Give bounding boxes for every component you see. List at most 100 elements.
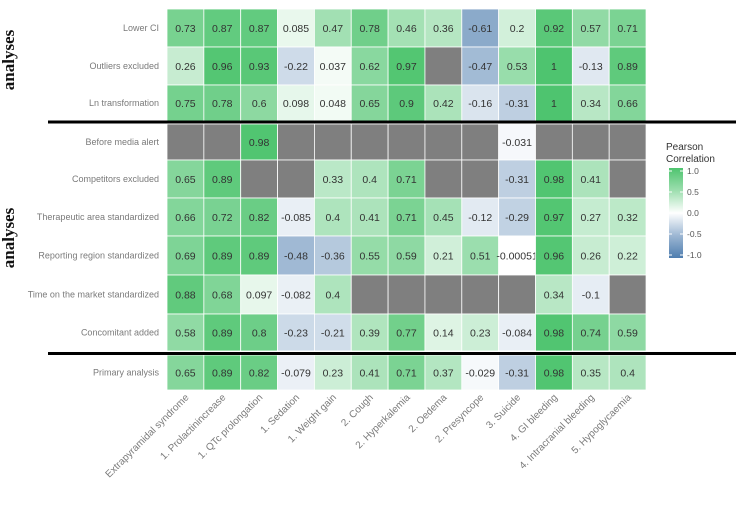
cell-value: -0.48 [284,251,308,263]
cell-value: 0.65 [175,368,196,380]
cell-value: 0.89 [212,328,233,340]
heatmap-cell [424,159,463,199]
cell-value: 0.98 [544,368,565,380]
cell-value: 0.4 [326,290,341,302]
heatmap-cell [350,123,389,161]
cell-value: 0.085 [283,23,309,35]
cell-value: 0.68 [212,290,233,302]
cell-value: -0.084 [502,328,532,340]
cell-value: 0.9 [399,98,414,110]
cell-value: 0.34 [581,98,602,110]
heatmap-cell [608,159,647,199]
row-label: Before media alert [85,137,159,147]
legend-tick-label: 0.5 [687,187,699,197]
cell-value: 0.2 [510,23,525,35]
cell-value: 0.72 [212,212,233,224]
cell-value: 0.21 [433,251,454,263]
cell-value: 0.89 [212,174,233,186]
cell-value: -0.082 [281,290,311,302]
cell-value: -0.1 [582,290,600,302]
cell-value: 0.59 [396,251,417,263]
heatmap-cell [571,123,610,161]
cell-value: 1 [551,98,557,110]
cell-value: 0.89 [212,251,233,263]
cell-value: -0.61 [468,23,492,35]
cell-value: 0.26 [581,251,602,263]
cell-value: 0.6 [252,98,267,110]
cell-value: 0.45 [433,212,454,224]
cell-value: 0.71 [396,368,417,380]
heatmap-cell [240,159,278,199]
cell-value: 0.97 [544,212,565,224]
heatmap-cell [424,123,463,161]
cell-value: 0.58 [175,328,196,340]
cell-value: 0.8 [252,328,267,340]
cell-value: 0.62 [359,61,380,73]
column-label: 1. QTc prolongation [196,392,265,461]
cell-value: -0.029 [465,368,495,380]
group-label: analyses [0,29,18,90]
cell-value: 0.26 [175,61,196,73]
cell-value: 0.51 [470,251,491,263]
heatmap-cell [461,123,500,161]
column-label: 1. Prolactinincrease [159,392,229,462]
legend-tick-label: -1.0 [687,250,702,260]
cell-value: 0.69 [175,251,196,263]
cell-value: 0.57 [581,23,602,35]
cell-value: -0.36 [321,251,345,263]
cell-value: 0.59 [617,328,638,340]
cell-value: 0.41 [581,174,602,186]
cell-value: 1 [551,61,557,73]
cell-value: 0.46 [396,23,417,35]
heatmap-cell [203,123,242,161]
cell-value: 0.32 [617,212,638,224]
cell-value: -0.22 [284,61,308,73]
cell-value: -0.00051 [496,251,538,263]
correlation-heatmap: Lower CI 0.73 0.87 0.87 0.085 0.47 0.78 0.46 0.3… [0,8,736,480]
cell-value: 0.33 [323,174,344,186]
cell-value: 0.14 [433,328,454,340]
cell-value: 0.98 [544,328,565,340]
cell-value: 0.98 [249,137,270,149]
cell-value: 0.87 [249,23,270,35]
column-label: 2. Cough [339,392,375,428]
cell-value: 0.42 [433,98,454,110]
cell-value: 0.65 [175,174,196,186]
cell-value: 0.36 [433,23,454,35]
heatmap-cell [277,123,315,161]
cell-value: 0.87 [212,23,233,35]
column-label: 3. Suicide [484,392,523,431]
cell-value: 0.71 [396,174,417,186]
heatmap-cell [535,123,573,161]
row-label: Reporting region standardized [38,251,159,261]
group-label: analyses [0,207,18,268]
cell-value: 0.34 [544,290,565,302]
cell-value: -0.31 [505,368,529,380]
row-label: Competitors excluded [72,174,159,184]
cell-value: 0.98 [544,174,565,186]
legend-title: Correlation [666,154,715,165]
cell-value: 0.55 [359,251,380,263]
cell-value: -0.079 [281,368,311,380]
cell-value: 0.23 [323,368,344,380]
cell-value: 0.97 [396,61,417,73]
heatmap-cell [498,274,536,315]
heatmap-cell [608,274,647,315]
row-label: Time on the market standardized [28,290,159,300]
cell-value: 0.89 [212,368,233,380]
cell-value: 0.92 [544,23,565,35]
cell-value: 0.71 [396,212,417,224]
heatmap-cell [350,274,389,315]
cell-value: 0.47 [323,23,344,35]
cell-value: 0.65 [359,98,380,110]
cell-value: 0.27 [581,212,602,224]
cell-value: 0.4 [620,368,635,380]
cell-value: 0.89 [249,251,270,263]
heatmap-cell [424,46,463,86]
row-label: Therapeutic area standardized [37,212,159,222]
row-label: Outliers excluded [89,61,159,71]
cell-value: 0.96 [544,251,565,263]
cell-value: 0.35 [581,368,602,380]
cell-value: 0.77 [396,328,417,340]
cell-value: 0.037 [320,61,346,73]
